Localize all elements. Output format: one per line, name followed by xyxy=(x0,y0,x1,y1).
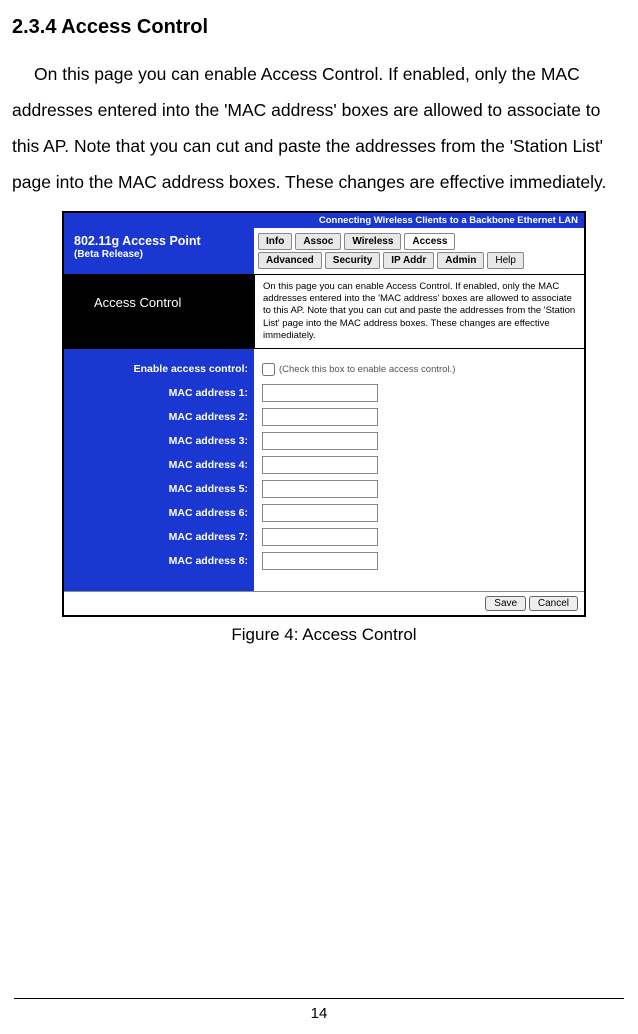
header-title-area: 802.11g Access Point (Beta Release) xyxy=(64,228,254,274)
tab-advanced[interactable]: Advanced xyxy=(258,252,322,269)
enable-checkbox[interactable] xyxy=(262,363,275,376)
form-inputs-column: (Check this box to enable access control… xyxy=(254,349,584,591)
section-heading: 2.3.4 Access Control xyxy=(12,16,626,39)
label-mac1: MAC address 1: xyxy=(70,381,248,405)
label-enable: Enable access control: xyxy=(70,357,248,381)
tab-access[interactable]: Access xyxy=(404,233,455,250)
mac-input-1[interactable] xyxy=(262,384,378,402)
mac-input-7[interactable] xyxy=(262,528,378,546)
cancel-button[interactable]: Cancel xyxy=(529,596,578,611)
beta-label: (Beta Release) xyxy=(74,249,246,260)
mac-input-5[interactable] xyxy=(262,480,378,498)
mac-input-3[interactable] xyxy=(262,432,378,450)
section-title: Access Control xyxy=(64,275,254,349)
section-description: On this page you can enable Access Contr… xyxy=(254,275,584,349)
label-mac7: MAC address 7: xyxy=(70,525,248,549)
ap-title: 802.11g Access Point xyxy=(74,234,246,250)
intro-paragraph: On this page you can enable Access Contr… xyxy=(12,57,626,201)
label-mac3: MAC address 3: xyxy=(70,429,248,453)
label-mac4: MAC address 4: xyxy=(70,453,248,477)
label-mac6: MAC address 6: xyxy=(70,501,248,525)
label-mac5: MAC address 5: xyxy=(70,477,248,501)
tab-security[interactable]: Security xyxy=(325,252,380,269)
label-mac2: MAC address 2: xyxy=(70,405,248,429)
tab-help[interactable]: Help xyxy=(487,252,524,269)
tab-assoc[interactable]: Assoc xyxy=(295,233,341,250)
mac-input-6[interactable] xyxy=(262,504,378,522)
top-banner: Connecting Wireless Clients to a Backbon… xyxy=(64,213,584,228)
mac-input-4[interactable] xyxy=(262,456,378,474)
tab-info[interactable]: Info xyxy=(258,233,292,250)
figure-caption: Figure 4: Access Control xyxy=(62,625,586,645)
tab-admin[interactable]: Admin xyxy=(437,252,484,269)
page-footer: 14 xyxy=(14,998,624,1022)
label-mac8: MAC address 8: xyxy=(70,549,248,573)
form-labels-column: Enable access control: MAC address 1: MA… xyxy=(64,349,254,591)
enable-hint: (Check this box to enable access control… xyxy=(279,364,455,375)
save-button[interactable]: Save xyxy=(485,596,526,611)
ap-config-window: Connecting Wireless Clients to a Backbon… xyxy=(62,211,586,618)
mac-input-8[interactable] xyxy=(262,552,378,570)
tab-ipaddr[interactable]: IP Addr xyxy=(383,252,434,269)
page-number: 14 xyxy=(311,1005,328,1022)
tab-wireless[interactable]: Wireless xyxy=(344,233,401,250)
mac-input-2[interactable] xyxy=(262,408,378,426)
